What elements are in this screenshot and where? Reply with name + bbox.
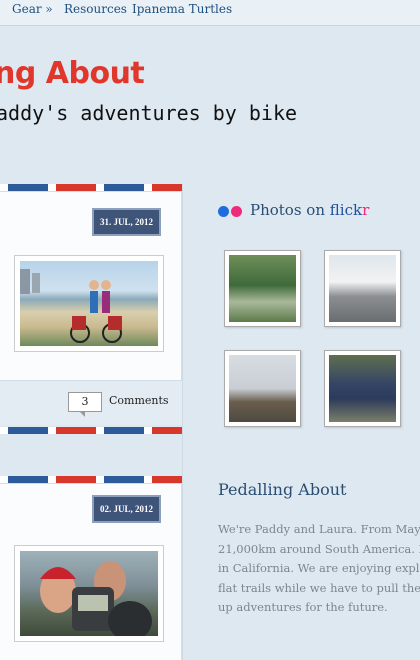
- post-photo[interactable]: [14, 255, 164, 352]
- post-date-badge: 02. JUL, 2012: [91, 495, 161, 523]
- post-date-badge: 31. JUL, 2012: [91, 208, 161, 236]
- selfie-illustration: [40, 561, 152, 636]
- flickr-pink-dot-icon: [231, 205, 242, 217]
- about-line: We're Paddy and Laura. From May 20: [218, 522, 420, 536]
- about-text: We're Paddy and Laura. From May 20 21,00…: [218, 520, 420, 618]
- flickr-photo: [329, 255, 396, 322]
- flickr-thumb[interactable]: [324, 350, 401, 427]
- flickr-thumb[interactable]: [224, 250, 301, 327]
- site-tagline: addy's adventures by bike: [0, 101, 298, 125]
- about-title: Pedalling About: [218, 480, 347, 499]
- post-photo[interactable]: [14, 545, 164, 642]
- flickr-thumb[interactable]: [324, 250, 401, 327]
- airmail-border-top: [0, 476, 182, 483]
- top-nav: Gear » Resources Ipanema Turtles: [0, 0, 420, 26]
- post-card: 31. JUL, 2012: [0, 191, 182, 381]
- nav-gear[interactable]: Gear »: [12, 2, 53, 16]
- nav-ipanema-turtles[interactable]: Ipanema Turtles: [132, 2, 232, 16]
- about-line: in California. We are enjoying explorin: [218, 561, 420, 575]
- flickr-photo: [329, 355, 396, 422]
- post-image: [20, 261, 158, 346]
- nav-resources[interactable]: Resources: [64, 2, 127, 16]
- flickr-brand-blue[interactable]: flick: [330, 201, 362, 219]
- comment-bar: 3 Comments: [0, 381, 182, 425]
- airmail-border-bottom: [0, 427, 182, 434]
- cyclists-illustration: [20, 269, 122, 343]
- comments-link[interactable]: Comments: [109, 394, 169, 407]
- about-line: 21,000km around South America. Nov: [218, 541, 420, 556]
- post-image: [20, 551, 158, 636]
- flickr-photo: [229, 355, 296, 422]
- airmail-border-top: [0, 184, 182, 191]
- flickr-thumb[interactable]: [224, 350, 301, 427]
- site-logo[interactable]: ng About: [0, 56, 145, 91]
- comment-count-bubble[interactable]: 3: [68, 392, 102, 417]
- about-line: up adventures for the future.: [218, 600, 388, 614]
- flickr-widget-title: Photos on flickr: [218, 201, 369, 219]
- column-divider: [182, 184, 183, 660]
- flickr-brand-pink[interactable]: r: [362, 201, 369, 219]
- post-card: 02. JUL, 2012: [0, 483, 182, 660]
- flickr-blue-dot-icon: [218, 205, 229, 217]
- flickr-photo: [229, 255, 296, 322]
- about-line: flat trails while we have to pull the ki…: [218, 580, 420, 595]
- flickr-title-prefix: Photos on: [250, 201, 330, 219]
